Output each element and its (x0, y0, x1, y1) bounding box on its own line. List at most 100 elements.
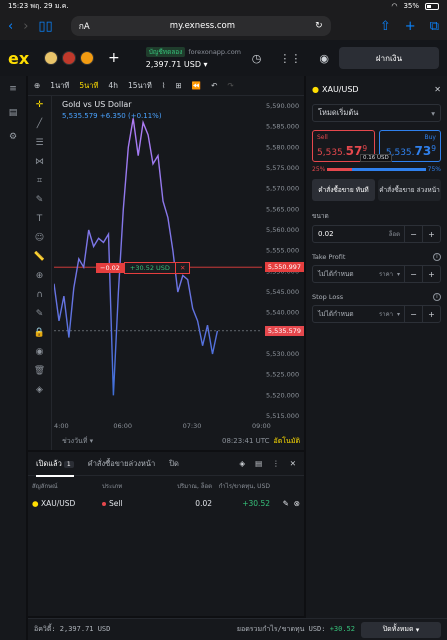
date-range-selector[interactable]: ช่วงวันที่ ▾ (62, 436, 93, 447)
ruler-icon[interactable]: 📏 (34, 252, 45, 262)
increase-button[interactable]: + (422, 306, 440, 322)
share-icon[interactable]: ⇧ (380, 19, 391, 34)
market-order-tab[interactable]: คำสั่งซื้อขาย ทันที (312, 179, 375, 201)
table-row[interactable]: ● XAU/USD Sell 0.02 +30.52 ✎ ⊗ (28, 494, 304, 513)
col-pnl: กำไร/ขาดทุน, USD (218, 483, 270, 490)
stop-loss-unit[interactable]: ราคา (379, 309, 393, 319)
price-chart[interactable]: 5,590.000 5,585.000 5,580.000 5,575.000 5,57… (54, 98, 304, 450)
back-icon[interactable]: ‹ (8, 19, 13, 34)
buy-price-sup: 9 (431, 144, 436, 153)
forward-icon[interactable]: › (23, 19, 28, 34)
close-icon[interactable]: ✕ (434, 85, 441, 94)
fib-icon[interactable]: ☰ (35, 138, 43, 148)
timeframe-option[interactable]: 1นาที (50, 80, 69, 92)
trash-icon[interactable]: 🗑 (34, 366, 45, 376)
tab-pending[interactable]: คำสั่งซื้อขายล่วงหน้า (88, 458, 156, 470)
trendline-icon[interactable]: ╱ (37, 119, 42, 129)
lock-drawing-icon[interactable]: ✎ (36, 309, 44, 319)
x-tick-label: 06:00 (113, 422, 132, 430)
info-icon[interactable]: i (433, 253, 441, 261)
timeframe-option[interactable]: 4h (108, 81, 118, 90)
sell-price-sup: 9 (362, 144, 368, 153)
address-bar[interactable]: กA my.exness.com ↻ (70, 16, 331, 36)
decrease-button[interactable]: − (404, 226, 422, 242)
chevron-down-icon: ▾ (396, 310, 400, 318)
chart-clock: 08:23:41 UTC อัตโนมัติ (222, 436, 300, 447)
tab-closed[interactable]: ปิด (169, 458, 179, 470)
reader-toggle[interactable]: กA (79, 19, 90, 33)
stop-loss-input[interactable]: ไม่ได้กำหนด (313, 309, 379, 319)
redo-icon[interactable]: ↷ (227, 81, 233, 90)
zoom-icon[interactable]: ⊕ (36, 271, 44, 281)
settings-icon[interactable]: ⚙ (9, 132, 17, 142)
stop-loss-field[interactable]: ไม่ได้กำหนด ราคา ▾ − + (312, 305, 441, 323)
exness-logo[interactable]: ex (8, 49, 44, 68)
reload-icon[interactable]: ↻ (315, 21, 323, 31)
take-profit-field[interactable]: ไม่ได้กำหนด ราคา ▾ − + (312, 265, 441, 283)
info-icon[interactable]: i (433, 293, 441, 301)
profile-icon[interactable]: ◉ (319, 52, 329, 65)
sentiment-buy: 75% (427, 166, 441, 173)
take-profit-unit[interactable]: ราคา (379, 269, 393, 279)
chart-type-icon[interactable]: ⌇ (162, 81, 166, 90)
tab-open[interactable]: เปิดแล้ว 1 (36, 458, 74, 477)
instrument-tab-icon[interactable] (80, 51, 94, 65)
account-selector[interactable]: บัญชีทดลอง forexonapp.com 2,397.71 USD ▾ (145, 47, 241, 69)
url-host: my.exness.com (169, 21, 236, 31)
more-icon[interactable]: ⋮ (272, 459, 280, 468)
close-icon[interactable]: ✕ (290, 459, 296, 468)
alarm-clock-icon[interactable]: ◷ (252, 52, 262, 65)
close-order-icon[interactable]: ✕ (175, 261, 191, 274)
deposit-button[interactable]: ฝากเงิน (339, 47, 439, 69)
crosshair-icon[interactable]: ✛ (36, 100, 44, 110)
close-all-button[interactable]: ปิดทั้งหมด ▾ (361, 621, 441, 638)
take-profit-input[interactable]: ไม่ได้กำหนด (313, 269, 379, 279)
bookmarks-icon[interactable]: ▯▯ (38, 19, 52, 34)
volume-stepper[interactable]: 0.02 ล็อต − + (312, 225, 441, 243)
undo-icon[interactable]: ↶ (211, 81, 217, 90)
calendar-icon[interactable]: ▤ (9, 108, 18, 118)
row-symbol: XAU/USD (40, 499, 76, 508)
chart-plot[interactable]: 5,590.000 5,585.000 5,580.000 5,575.000 5,57… (54, 98, 304, 450)
pending-order-tab[interactable]: คำสั่งซื้อขาย ล่วงหน้า (378, 179, 441, 201)
text-icon[interactable]: T (37, 214, 43, 224)
magnet-icon[interactable]: ∩ (36, 290, 43, 300)
decrease-button[interactable]: − (404, 306, 422, 322)
order-line[interactable]: −0.02 +30.52 USD ✕ (96, 261, 191, 274)
timeframe-option[interactable]: 15นาที (128, 80, 152, 92)
tabs-icon[interactable]: ⧉ (430, 19, 439, 34)
close-position-icon[interactable]: ⊗ (294, 499, 300, 508)
timeframe-option-active[interactable]: 5นาที (79, 80, 98, 92)
emoji-icon[interactable]: ☺ (35, 233, 44, 243)
decrease-button[interactable]: − (404, 266, 422, 282)
edit-icon[interactable]: ✎ (283, 499, 289, 508)
rewind-icon[interactable]: ⏪ (192, 81, 201, 90)
volume-input[interactable]: 0.02 (313, 230, 389, 238)
apps-grid-icon[interactable]: ⋮⋮ (279, 52, 301, 65)
stop-loss-label: Stop Loss (312, 293, 344, 301)
stack-icon[interactable]: ▤ (255, 459, 262, 468)
auto-scale-toggle[interactable]: อัตโนมัติ (274, 437, 300, 445)
new-tab-icon[interactable]: + (405, 19, 416, 34)
lock-icon[interactable]: 🔒 (34, 328, 45, 338)
eye-icon[interactable]: ◉ (36, 347, 44, 357)
price-series-line (54, 118, 219, 396)
instrument-tab-icon[interactable] (44, 51, 58, 65)
pattern-icon[interactable]: ⋈ (35, 157, 44, 167)
sentiment-sell: 25% (312, 166, 326, 173)
layout-icon[interactable]: ⊞ (175, 81, 181, 90)
increase-button[interactable]: + (422, 266, 440, 282)
server-name: forexonapp.com (188, 48, 241, 56)
trade-mode-select[interactable]: โหมดเริ่มต้น ▾ (312, 104, 441, 122)
projection-icon[interactable]: ⌗ (37, 176, 42, 186)
brush-icon[interactable]: ✎ (36, 195, 44, 205)
grouping-icon[interactable]: ◈ (239, 459, 245, 468)
layers-icon[interactable]: ◈ (36, 385, 43, 395)
status-date: พฤ. 29 ม.ค. (30, 1, 69, 10)
add-indicator-icon[interactable]: ⊕ (34, 81, 40, 90)
instrument-tab-icon[interactable] (62, 51, 76, 65)
add-instrument-button[interactable]: + (108, 50, 120, 66)
increase-button[interactable]: + (422, 226, 440, 242)
status-time: 15:23 (8, 2, 29, 10)
menu-icon[interactable]: ≡ (9, 84, 17, 94)
